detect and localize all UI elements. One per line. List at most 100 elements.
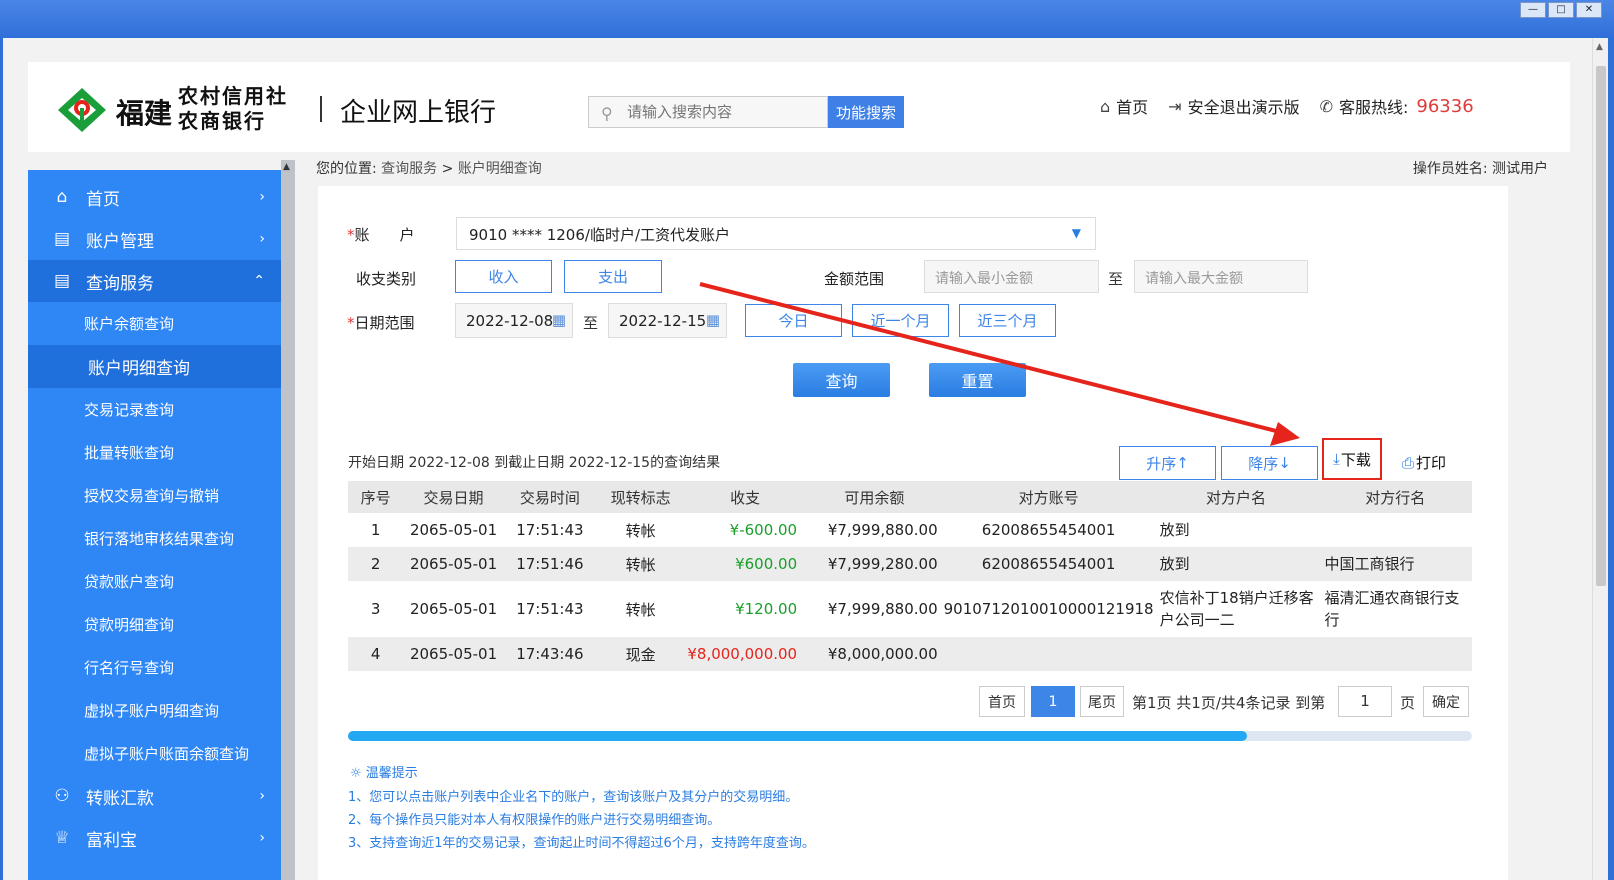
sidebar-item-wealth[interactable]: ♕ 富利宝 ›: [28, 817, 281, 859]
table-row[interactable]: 1 2065-05-01 17:51:43 转帐 ¥-600.00 ¥7,999…: [348, 513, 1472, 547]
cell-date: 2065-05-01: [403, 547, 504, 581]
scroll-up-icon[interactable]: ▲: [283, 162, 290, 172]
cell-time: 17:43:46: [503, 637, 597, 671]
table-row[interactable]: 4 2065-05-01 17:43:46 现金 ¥8,000,000.00 ¥…: [348, 637, 1472, 671]
sidebar-subitem-virtual-detail[interactable]: 虚拟子账户明细查询: [28, 689, 281, 732]
top-links: ⌂ 首页 ⇥ 安全退出演示版 ✆ 客服热线: 96336: [1100, 94, 1494, 118]
hotline-number: 96336: [1416, 95, 1474, 117]
cell-date: 2065-05-01: [403, 637, 504, 671]
scrollbar-thumb[interactable]: [1596, 66, 1606, 586]
sidebar-subitem-records[interactable]: 交易记录查询: [28, 388, 281, 431]
account-select[interactable]: 9010 **** 1206/临时户/工资代发账户 ▼: [456, 217, 1096, 250]
breadcrumb-query-service[interactable]: 查询服务: [381, 161, 437, 177]
horizontal-scrollbar-thumb[interactable]: [348, 731, 1248, 741]
chevron-right-icon: ›: [259, 830, 265, 846]
col-header-time: 交易时间: [503, 481, 597, 513]
sidebar-subitem-auth[interactable]: 授权交易查询与撤销: [28, 474, 281, 517]
end-date-input[interactable]: 2022-12-15 ▦: [608, 303, 727, 338]
last-3-months-button[interactable]: 近三个月: [959, 304, 1056, 337]
scroll-up-icon[interactable]: ▲: [1596, 42, 1603, 52]
page-scrollbar[interactable]: ▲: [1592, 38, 1608, 880]
goto-confirm-button[interactable]: 确定: [1423, 686, 1469, 717]
cell-counter-bank: [1318, 637, 1472, 671]
account-icon: ▤: [53, 229, 71, 249]
chevron-right-icon: ›: [259, 788, 265, 804]
home-link-label: 首页: [1116, 98, 1149, 117]
cell-date: 2065-05-01: [403, 513, 504, 547]
sidebar-subitem-detail[interactable]: 账户明细查询: [28, 345, 281, 388]
transaction-table: 序号 交易日期 交易时间 现转标志 收支 可用余额 对方账号 对方户名 对方行名…: [348, 481, 1472, 671]
cell-balance: ¥8,000,000.00: [805, 637, 944, 671]
col-header-counter-name: 对方户名: [1153, 481, 1319, 513]
minimize-button[interactable]: —: [1520, 2, 1546, 18]
arrow-up-icon: ↑: [1176, 454, 1189, 472]
print-button[interactable]: ⎙ 打印: [1402, 452, 1446, 473]
function-search-button[interactable]: 功能搜索: [828, 96, 904, 128]
amount-max-input[interactable]: 请输入最大金额: [1134, 260, 1308, 293]
search-input[interactable]: [627, 101, 822, 123]
sidebar-item-account[interactable]: ▤ 账户管理 ›: [28, 218, 281, 260]
window-controls: — □ ✕: [1520, 2, 1602, 18]
cell-time: 17:51:43: [503, 513, 597, 547]
download-button[interactable]: ⤓ 下载: [1322, 438, 1382, 480]
operator-name: 操作员姓名: 测试用户: [1412, 161, 1548, 177]
home-icon: ⌂: [56, 187, 68, 207]
last-month-button[interactable]: 近一个月: [852, 304, 949, 337]
sort-desc-button[interactable]: 降序 ↓: [1221, 446, 1318, 480]
close-button[interactable]: ✕: [1576, 2, 1602, 18]
tips-title: ☼ 温馨提示: [350, 766, 418, 781]
cell-flag: 现金: [596, 637, 686, 671]
cell-time: 17:51:43: [503, 581, 597, 637]
sidebar-subitem-review[interactable]: 银行落地审核结果查询: [28, 517, 281, 560]
brand-name: 农村信用社 农商银行: [178, 84, 288, 133]
sidebar-subitem-batch[interactable]: 批量转账查询: [28, 431, 281, 474]
arrow-down-icon: ↓: [1278, 454, 1291, 472]
print-label: 打印: [1416, 454, 1447, 472]
last-page-button[interactable]: 尾页: [1080, 686, 1124, 717]
cell-counter-name: [1153, 637, 1319, 671]
cell-amount: ¥600.00: [685, 547, 806, 581]
cell-counter-account: 62008655454001: [943, 513, 1154, 547]
reset-button[interactable]: 重置: [929, 363, 1026, 397]
cell-no: 2: [348, 547, 404, 581]
phone-icon: ✆: [1319, 96, 1333, 116]
amount-range-label: 金额范围: [824, 270, 885, 288]
logout-link[interactable]: ⇥ 安全退出演示版: [1168, 94, 1299, 118]
cell-flag: 转帐: [596, 581, 686, 637]
cell-amount: ¥-600.00: [685, 513, 806, 547]
page-1-button[interactable]: 1: [1031, 686, 1075, 717]
page-unit-label: 页: [1400, 694, 1416, 712]
sidebar-item-query[interactable]: ▤ 查询服务 ⌃: [28, 260, 281, 302]
sort-asc-button[interactable]: 升序 ↑: [1119, 446, 1216, 480]
amount-min-input[interactable]: 请输入最小金额: [924, 260, 1099, 293]
logout-link-label: 安全退出演示版: [1187, 98, 1300, 117]
start-date-value: 2022-12-08: [466, 312, 554, 330]
sidebar-subitem-balance[interactable]: 账户余额查询: [28, 302, 281, 345]
col-header-balance: 可用余额: [805, 481, 944, 513]
cell-balance: ¥7,999,280.00: [805, 547, 944, 581]
today-button[interactable]: 今日: [745, 304, 842, 337]
maximize-button[interactable]: □: [1548, 2, 1574, 18]
goto-page-input[interactable]: 1: [1338, 686, 1392, 717]
query-button[interactable]: 查询: [793, 363, 890, 397]
horizontal-scrollbar[interactable]: [348, 731, 1472, 741]
sidebar-scrollbar[interactable]: ▲: [281, 160, 295, 880]
cell-counter-bank: [1318, 513, 1472, 547]
sidebar-item-label: 账户管理: [86, 231, 154, 252]
tip-3: 3、支持查询近1年的交易记录，查询起止时间不得超过6个月，支持跨年度查询。: [348, 836, 815, 851]
sidebar-subitem-loan-detail[interactable]: 贷款明细查询: [28, 603, 281, 646]
income-button[interactable]: 收入: [455, 260, 552, 293]
table-row[interactable]: 2 2065-05-01 17:51:46 转帐 ¥600.00 ¥7,999,…: [348, 547, 1472, 581]
start-date-input[interactable]: 2022-12-08 ▦: [455, 303, 573, 338]
cell-counter-account: 9010712010010000121918: [943, 581, 1154, 637]
sidebar-subitem-loan-account[interactable]: 贷款账户查询: [28, 560, 281, 603]
sidebar-subitem-virtual-balance[interactable]: 虚拟子账户账面余额查询: [28, 732, 281, 775]
first-page-button[interactable]: 首页: [979, 686, 1025, 717]
table-row[interactable]: 3 2065-05-01 17:51:43 转帐 ¥120.00 ¥7,999,…: [348, 581, 1472, 637]
sidebar-item-label: 首页: [86, 189, 120, 210]
home-link[interactable]: ⌂ 首页: [1100, 94, 1148, 118]
expense-button[interactable]: 支出: [564, 260, 662, 293]
sidebar-item-transfer[interactable]: ⚇ 转账汇款 ›: [28, 775, 281, 817]
sidebar-item-home[interactable]: ⌂ 首页 ›: [28, 176, 281, 218]
sidebar-subitem-bank-code[interactable]: 行名行号查询: [28, 646, 281, 689]
